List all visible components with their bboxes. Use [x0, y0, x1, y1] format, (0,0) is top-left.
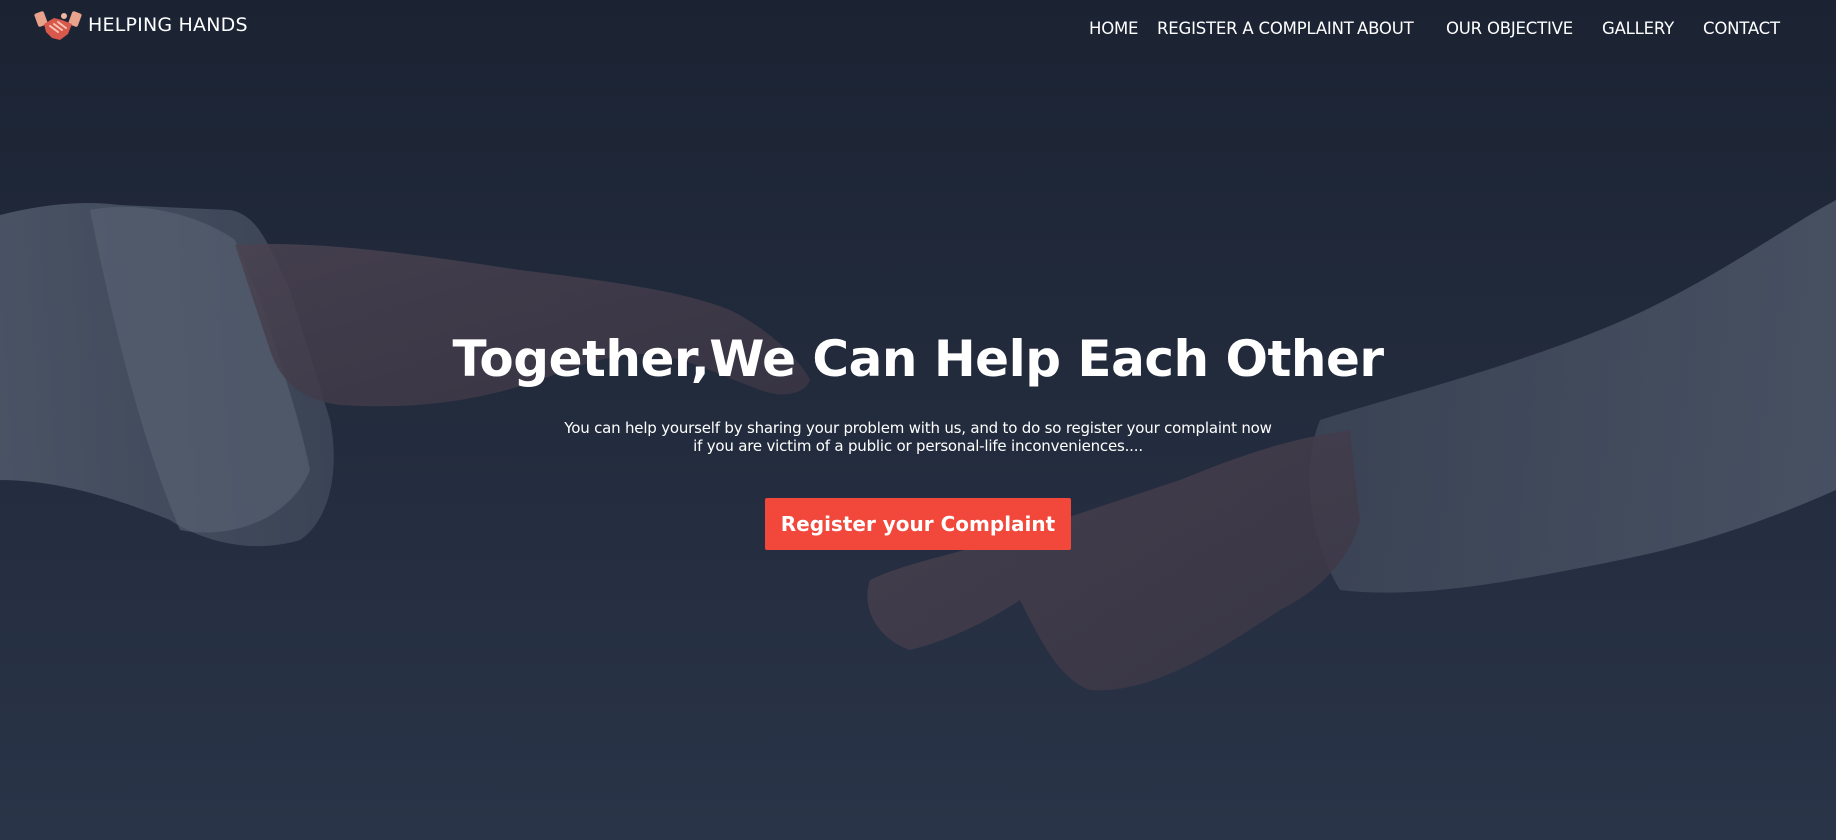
nav-link-about[interactable]: ABOUT — [1357, 19, 1414, 38]
hero-subtext-line-2: if you are victim of a public or persona… — [693, 437, 1143, 455]
nav-link-home[interactable]: HOME — [1089, 19, 1138, 38]
nav-link-contact[interactable]: CONTACT — [1703, 19, 1780, 38]
register-complaint-button[interactable]: Register your Complaint — [765, 498, 1071, 550]
nav-link-register-complaint[interactable]: REGISTER A COMPLAINT — [1157, 19, 1354, 38]
main-menu: HOME REGISTER A COMPLAINT ABOUT OUR OBJE… — [0, 19, 1836, 43]
top-navigation: HELPING HANDS HOME REGISTER A COMPLAINT … — [0, 0, 1836, 58]
hero-subtext-line-1: You can help yourself by sharing your pr… — [564, 419, 1272, 437]
nav-link-our-objective[interactable]: OUR OBJECTIVE — [1446, 19, 1573, 38]
hero-subtext: You can help yourself by sharing your pr… — [0, 419, 1836, 455]
hero-headline: Together,We Can Help Each Other — [452, 330, 1384, 388]
hero-section: HELPING HANDS HOME REGISTER A COMPLAINT … — [0, 0, 1836, 840]
nav-link-gallery[interactable]: GALLERY — [1602, 19, 1674, 38]
